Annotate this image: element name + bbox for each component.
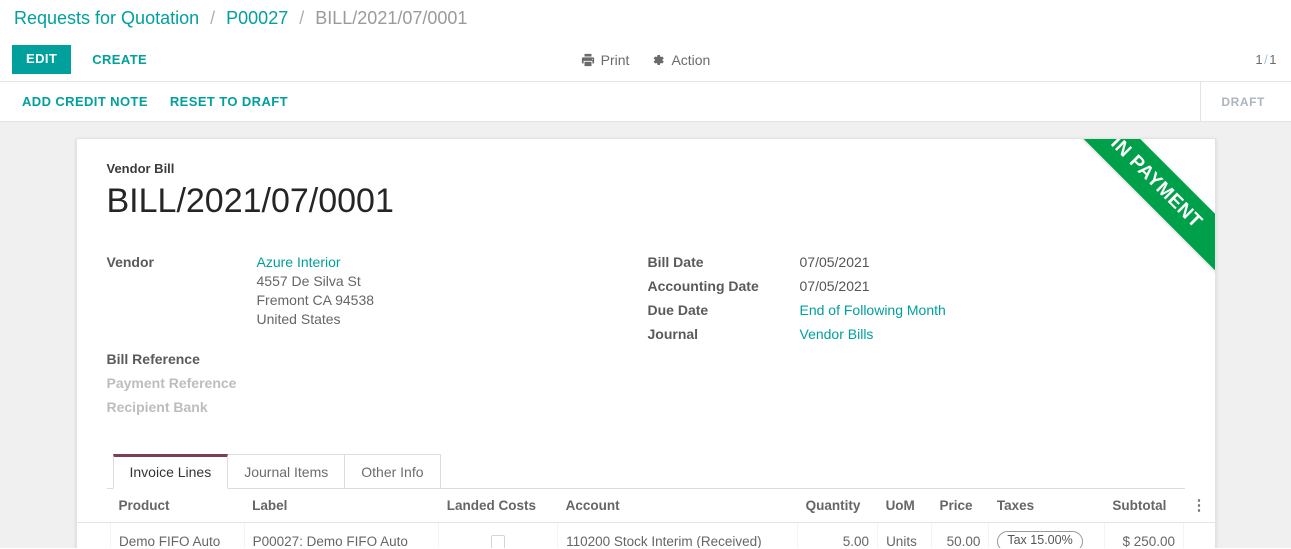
- pager[interactable]: 1/1: [1255, 52, 1277, 67]
- invoice-lines-head: Product Label Landed Costs Account Quant…: [77, 489, 1215, 523]
- col-label[interactable]: Label: [244, 489, 439, 523]
- col-taxes[interactable]: Taxes: [989, 489, 1105, 523]
- table-header-row: Product Label Landed Costs Account Quant…: [77, 489, 1215, 523]
- status-stages: DRAFT: [1200, 82, 1291, 121]
- col-landed-costs[interactable]: Landed Costs: [439, 489, 558, 523]
- action-label: Action: [671, 52, 710, 68]
- col-subtotal[interactable]: Subtotal: [1104, 489, 1183, 523]
- recipient-bank-label: Recipient Bank: [107, 398, 257, 417]
- breadcrumb-separator: /: [204, 8, 221, 28]
- journal-label: Journal: [648, 325, 800, 344]
- tax-badge: Tax 15.00%: [997, 531, 1082, 548]
- printer-icon: [581, 53, 595, 67]
- status-badge-draft[interactable]: DRAFT: [1200, 82, 1291, 121]
- cell-price[interactable]: 50.00: [932, 523, 989, 548]
- field-accounting-date: Accounting Date 07/05/2021: [648, 277, 1167, 296]
- field-columns: Vendor Azure Interior 4557 De Silva St F…: [107, 253, 1185, 422]
- gear-icon: [651, 53, 665, 67]
- print-menu[interactable]: Print: [581, 52, 630, 68]
- edit-button[interactable]: EDIT: [12, 45, 71, 73]
- vendor-label: Vendor: [107, 253, 257, 329]
- col-price[interactable]: Price: [932, 489, 989, 523]
- optional-columns-toggle[interactable]: ⋮: [1184, 489, 1215, 523]
- accounting-date-value[interactable]: 07/05/2021: [800, 277, 870, 296]
- field-recipient-bank: Recipient Bank: [107, 398, 647, 417]
- row-drag-handle[interactable]: [77, 523, 111, 548]
- field-payment-reference: Payment Reference: [107, 374, 647, 393]
- breadcrumb: Requests for Quotation / P00027 / BILL/2…: [0, 0, 1291, 38]
- create-button[interactable]: CREATE: [79, 45, 160, 74]
- table-row[interactable]: Demo FIFO Auto P00027: Demo FIFO Auto 11…: [77, 523, 1215, 548]
- control-panel-center-actions: Print Action: [0, 52, 1291, 68]
- tab-other-info[interactable]: Other Info: [345, 454, 440, 489]
- document-kind-label: Vendor Bill: [107, 161, 1185, 176]
- reset-to-draft-button[interactable]: RESET TO DRAFT: [170, 94, 288, 109]
- vendor-address-line-2: Fremont CA 94538: [257, 291, 375, 310]
- bill-date-label: Bill Date: [648, 253, 800, 272]
- due-date-value[interactable]: End of Following Month: [800, 301, 946, 320]
- breadcrumb-item-current: BILL/2021/07/0001: [315, 8, 467, 28]
- col-account[interactable]: Account: [558, 489, 798, 523]
- col-product[interactable]: Product: [111, 489, 245, 523]
- status-bar-buttons: ADD CREDIT NOTE RESET TO DRAFT: [0, 82, 288, 121]
- accounting-date-label: Accounting Date: [648, 277, 800, 296]
- cell-quantity[interactable]: 5.00: [798, 523, 878, 548]
- print-label: Print: [601, 52, 630, 68]
- field-due-date: Due Date End of Following Month: [648, 301, 1167, 320]
- form-sheet: IN PAYMENT Vendor Bill BILL/2021/07/0001…: [76, 138, 1216, 548]
- bill-reference-label: Bill Reference: [107, 350, 257, 369]
- field-bill-reference: Bill Reference: [107, 350, 647, 369]
- journal-value[interactable]: Vendor Bills: [800, 325, 874, 344]
- invoice-lines-table: Product Label Landed Costs Account Quant…: [77, 489, 1215, 548]
- invoice-lines-table-wrapper: Product Label Landed Costs Account Quant…: [77, 489, 1215, 548]
- field-spacer: [107, 334, 647, 350]
- pager-total: 1: [1269, 52, 1277, 67]
- left-field-column: Vendor Azure Interior 4557 De Silva St F…: [107, 253, 647, 422]
- cell-account[interactable]: 110200 Stock Interim (Received): [558, 523, 798, 548]
- cell-optional-spacer: [1184, 523, 1215, 548]
- cell-label[interactable]: P00027: Demo FIFO Auto: [244, 523, 439, 548]
- right-field-column: Bill Date 07/05/2021 Accounting Date 07/…: [647, 253, 1167, 422]
- field-bill-date: Bill Date 07/05/2021: [648, 253, 1167, 272]
- vendor-value-block: Azure Interior 4557 De Silva St Fremont …: [257, 253, 375, 329]
- notebook-tabs: Invoice Lines Journal Items Other Info: [107, 454, 1185, 489]
- field-vendor: Vendor Azure Interior 4557 De Silva St F…: [107, 253, 647, 329]
- vendor-address-line-3: United States: [257, 310, 375, 329]
- tab-journal-items[interactable]: Journal Items: [228, 454, 345, 489]
- tab-invoice-lines[interactable]: Invoice Lines: [113, 454, 229, 489]
- vertical-dots-icon: ⋮: [1192, 498, 1207, 513]
- breadcrumb-item-rfq[interactable]: Requests for Quotation: [14, 8, 199, 28]
- breadcrumb-item-po[interactable]: P00027: [226, 8, 288, 28]
- bill-date-value[interactable]: 07/05/2021: [800, 253, 870, 272]
- breadcrumb-separator: /: [293, 8, 310, 28]
- cell-subtotal: $ 250.00: [1104, 523, 1183, 548]
- col-handle: [77, 489, 111, 523]
- cell-uom[interactable]: Units: [878, 523, 932, 548]
- invoice-lines-body: Demo FIFO Auto P00027: Demo FIFO Auto 11…: [77, 523, 1215, 548]
- landed-costs-checkbox[interactable]: [491, 535, 505, 548]
- status-bar: ADD CREDIT NOTE RESET TO DRAFT DRAFT: [0, 82, 1291, 122]
- cell-product[interactable]: Demo FIFO Auto: [111, 523, 245, 548]
- action-menu[interactable]: Action: [651, 52, 710, 68]
- cell-landed-costs[interactable]: [439, 523, 558, 548]
- cell-taxes[interactable]: Tax 15.00%: [989, 523, 1105, 548]
- add-credit-note-button[interactable]: ADD CREDIT NOTE: [22, 94, 148, 109]
- page-title: BILL/2021/07/0001: [107, 182, 1185, 221]
- content-area: IN PAYMENT Vendor Bill BILL/2021/07/0001…: [0, 122, 1291, 548]
- field-journal: Journal Vendor Bills: [648, 325, 1167, 344]
- vendor-name-link[interactable]: Azure Interior: [257, 253, 375, 272]
- due-date-label: Due Date: [648, 301, 800, 320]
- col-quantity[interactable]: Quantity: [798, 489, 878, 523]
- notebook: Invoice Lines Journal Items Other Info P…: [107, 454, 1185, 548]
- payment-reference-label: Payment Reference: [107, 374, 257, 393]
- vendor-address-line-1: 4557 De Silva St: [257, 272, 375, 291]
- control-panel: EDIT CREATE Print Action 1/1: [0, 38, 1291, 82]
- pager-current: 1: [1255, 52, 1263, 67]
- col-uom[interactable]: UoM: [878, 489, 932, 523]
